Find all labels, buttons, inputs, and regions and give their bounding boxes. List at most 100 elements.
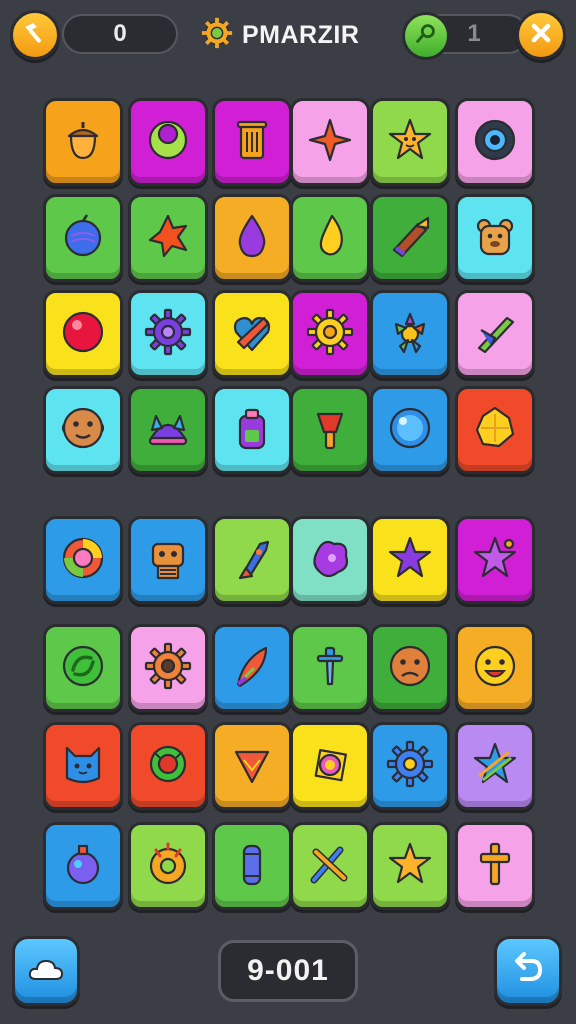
blue-bubble-icon [384,402,436,459]
game-tile[interactable] [43,516,123,604]
game-tile[interactable] [455,290,535,378]
undo-icon [508,949,548,994]
game-tile[interactable] [128,624,208,712]
game-tile[interactable] [43,722,123,810]
game-tile[interactable] [455,722,535,810]
potion-bottle-icon [57,838,109,895]
game-tile[interactable] [212,98,292,186]
tile-board [0,0,576,1024]
game-tile[interactable] [212,386,292,474]
game-tile[interactable] [370,98,450,186]
rocket-icon [226,532,278,589]
game-tile[interactable] [43,194,123,282]
purple-drop-icon [226,210,278,267]
camera-lens-icon [469,114,521,171]
game-tile[interactable] [370,194,450,282]
leaf-cluster-icon [384,306,436,363]
level-value: 9-001 [247,954,329,987]
game-tile[interactable] [43,624,123,712]
game-tile[interactable] [370,290,450,378]
acorn-icon [57,114,109,171]
game-tile[interactable] [370,386,450,474]
orange-donut-icon [142,838,194,895]
monkey-face-icon [57,402,109,459]
game-tile[interactable] [128,722,208,810]
game-tile[interactable] [290,722,370,810]
yellow-shell-icon [469,402,521,459]
cloud-button[interactable] [12,936,80,1006]
orange-gear-icon [142,640,194,697]
game-tile[interactable] [128,386,208,474]
game-tile[interactable] [43,98,123,186]
green-orb-icon [142,114,194,171]
game-tile[interactable] [455,516,535,604]
game-tile[interactable] [128,516,208,604]
star-cluster-icon [469,532,521,589]
yellow-flame-icon [304,210,356,267]
cloud-icon [26,949,66,994]
game-tile[interactable] [43,822,123,910]
game-tile[interactable] [290,624,370,712]
ice-cream-icon [226,738,278,795]
game-tile[interactable] [370,822,450,910]
game-tile[interactable] [128,290,208,378]
game-tile[interactable] [43,290,123,378]
game-tile[interactable] [212,194,292,282]
sword-hilt-icon [304,640,356,697]
purple-star-icon [384,532,436,589]
game-tile[interactable] [212,290,292,378]
game-tile[interactable] [455,624,535,712]
game-tile[interactable] [128,822,208,910]
gold-star-icon [384,838,436,895]
game-tile[interactable] [290,98,370,186]
undo-button[interactable] [494,936,562,1006]
smile-face-icon [469,640,521,697]
yellow-gear-icon [304,306,356,363]
rainbow-ball-icon [57,532,109,589]
green-ring-icon [142,738,194,795]
game-tile[interactable] [290,194,370,282]
blue-cat-icon [57,738,109,795]
blue-pillar-icon [226,838,278,895]
paint-brush-icon [384,210,436,267]
game-tile[interactable] [212,722,292,810]
purple-gear-icon [142,306,194,363]
candy-heart-icon [226,306,278,363]
game-tile[interactable] [455,194,535,282]
level-display: 9-001 [218,940,358,1002]
cross-icon [469,838,521,895]
game-tile[interactable] [128,194,208,282]
potion-jar-icon [226,402,278,459]
game-tile[interactable] [290,386,370,474]
frown-face-icon [384,640,436,697]
purple-blob-icon [304,532,356,589]
game-tile[interactable] [212,516,292,604]
game-tile[interactable] [455,386,535,474]
green-sword-icon [469,306,521,363]
four-point-star-icon [304,114,356,171]
game-tile[interactable] [455,822,535,910]
orange-splat-icon [142,210,194,267]
crossed-tools-icon [304,838,356,895]
star-face-icon [384,114,436,171]
red-torch-icon [304,402,356,459]
game-tile[interactable] [370,516,450,604]
green-swirl-icon [57,640,109,697]
game-tile[interactable] [212,624,292,712]
game-tile[interactable] [290,822,370,910]
game-tile[interactable] [370,722,450,810]
game-tile[interactable] [290,516,370,604]
game-tile[interactable] [290,290,370,378]
bear-face-icon [469,210,521,267]
blue-gear-icon [384,738,436,795]
robot-face-icon [142,532,194,589]
pink-ring-icon [304,738,356,795]
game-tile[interactable] [455,98,535,186]
red-ball-icon [57,306,109,363]
trash-can-icon [226,114,278,171]
game-tile[interactable] [128,98,208,186]
game-tile[interactable] [43,386,123,474]
game-tile[interactable] [212,822,292,910]
game-tile[interactable] [370,624,450,712]
feather-brush-icon [226,640,278,697]
